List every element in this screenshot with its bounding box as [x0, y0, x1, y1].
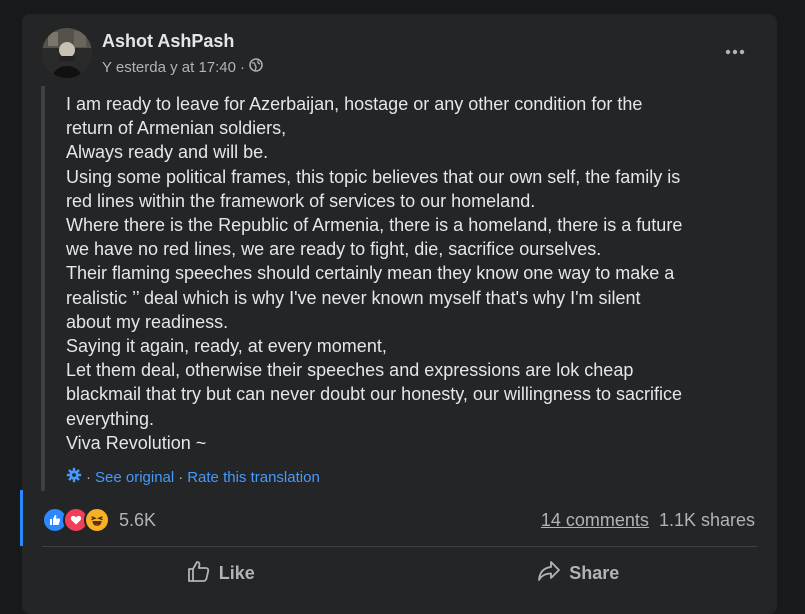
share-arrow-icon [537, 560, 561, 587]
post-stats: 14 comments 1.1K shares [541, 510, 755, 531]
post-meta: Y esterda y at 17:40 · [102, 58, 263, 76]
thumbs-up-icon [187, 560, 211, 587]
translation-quote-bar [41, 86, 45, 491]
meta-separator: · [239, 58, 245, 76]
post-line: we have no red lines, we are ready to fi… [66, 239, 602, 260]
post-line: Where there is the Republic of Armenia, … [66, 215, 683, 236]
see-original-link[interactable]: See original [95, 469, 174, 486]
globe-icon[interactable] [249, 58, 263, 76]
haha-icon [84, 507, 110, 533]
share-label: Share [569, 562, 620, 583]
shares-count-link[interactable]: 1.1K shares [659, 510, 755, 531]
post-line: return of Armenian soldiers, [66, 118, 287, 139]
post-line: Let them deal, otherwise their speeches … [66, 360, 634, 381]
post-line: red lines within the framework of servic… [66, 190, 536, 211]
post-line: Using some political frames, this topic … [66, 166, 681, 187]
focus-accent-bar [20, 490, 23, 546]
post-line: blackmail that try but can never doubt o… [66, 384, 682, 405]
reactions-summary[interactable]: 5.6K [42, 507, 156, 533]
action-bar: Like Share [42, 554, 757, 592]
translation-separator: · [86, 468, 91, 486]
post-line: Viva Revolution ~ [66, 432, 207, 453]
post-line: realistic ’’ deal which is why I've neve… [66, 287, 641, 308]
comments-count-link[interactable]: 14 comments [541, 510, 649, 531]
action-divider [42, 546, 757, 547]
post-line: Their flaming speeches should certainly … [66, 263, 675, 284]
more-options-icon[interactable] [723, 40, 747, 64]
translation-separator: · [178, 468, 184, 486]
author-avatar[interactable] [42, 28, 92, 78]
like-button[interactable]: Like [42, 554, 400, 592]
gear-icon[interactable] [66, 467, 82, 487]
post-line: everything. [66, 408, 155, 429]
post-line: I am ready to leave for Azerbaijan, host… [66, 94, 643, 114]
author-name[interactable]: Ashot AshPash [102, 31, 234, 52]
post-line: Saying it again, ready, at every moment, [66, 336, 387, 357]
post-text: I am ready to leave for Azerbaijan, host… [66, 92, 756, 455]
like-label: Like [218, 562, 255, 583]
post-line: Always ready and will be. [66, 142, 269, 163]
rate-translation-link[interactable]: Rate this translation [187, 469, 320, 486]
share-button[interactable]: Share [400, 554, 758, 592]
reaction-count: 5.6K [119, 509, 157, 530]
post-line: about my readiness. [66, 311, 229, 332]
post-timestamp[interactable]: Y esterda y at 17:40 [102, 59, 236, 76]
translation-bar: · See original · Rate this translation [66, 467, 320, 487]
post-card: Ashot AshPash Y esterda y at 17:40 · I a… [20, 14, 777, 614]
